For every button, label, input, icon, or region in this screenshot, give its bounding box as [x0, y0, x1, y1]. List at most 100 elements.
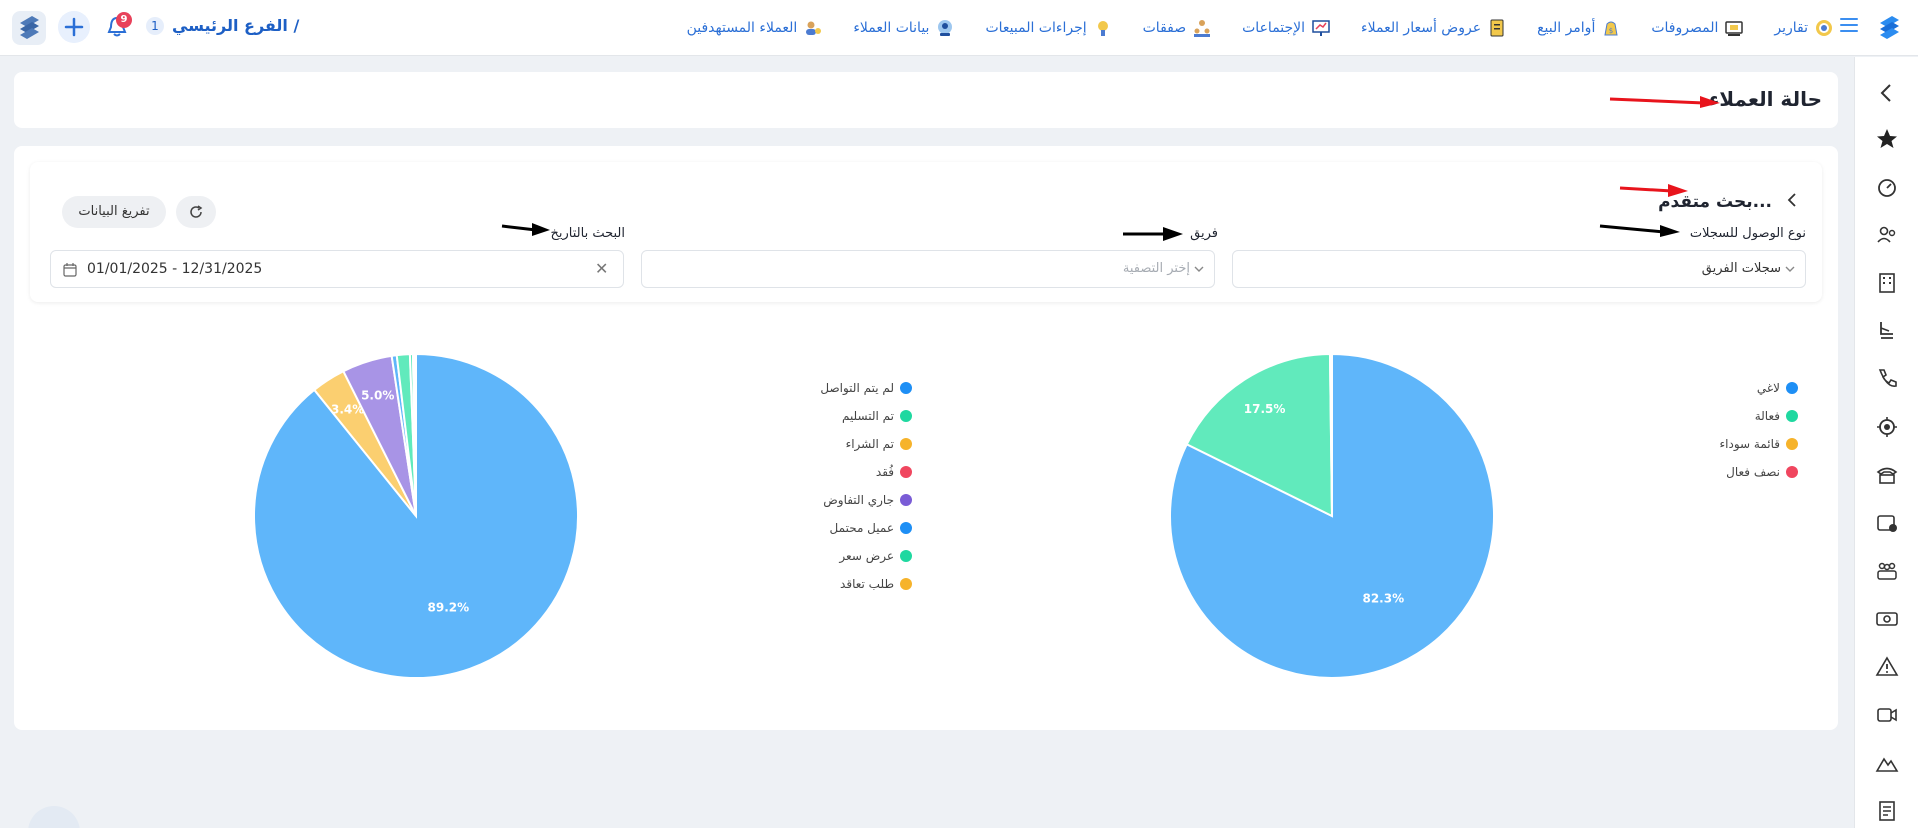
sales-stage-pie: 89.2%3.4%5.0% — [253, 352, 579, 679]
legend-dot — [900, 410, 912, 422]
right-sidebar — [1854, 57, 1918, 828]
notification-badge: 9 — [116, 12, 132, 28]
legend-dot — [900, 578, 912, 590]
warning-icon[interactable] — [1875, 655, 1899, 679]
video-icon[interactable] — [1875, 703, 1899, 727]
deals-icon — [1194, 20, 1211, 37]
telephone-icon[interactable] — [1875, 463, 1899, 487]
team-icon[interactable] — [1875, 559, 1899, 583]
legend-label: نصف فعال — [1726, 465, 1780, 479]
date-range-input[interactable]: 01/01/2025 - 12/31/2025 ✕ — [50, 250, 624, 288]
clear-date-icon[interactable]: ✕ — [595, 261, 611, 277]
nav-target-customers[interactable]: العملاء المستهدفين — [687, 18, 824, 38]
legend-item[interactable]: لاغي — [1720, 374, 1798, 402]
branch-label: الفرع الرئيسي / — [172, 16, 300, 35]
svg-text:$: $ — [1609, 27, 1613, 35]
legend-item[interactable]: طلب تعاقد — [820, 570, 912, 598]
legend-item[interactable]: تم الشراء — [820, 430, 912, 458]
nav-sales-actions[interactable]: إجراءات المبيعات — [985, 18, 1112, 38]
legend-label: فُقد — [875, 465, 894, 479]
legend-label: تم الشراء — [845, 437, 894, 451]
phone-icon[interactable] — [1875, 367, 1899, 391]
legend-dot — [900, 466, 912, 478]
legend-label: عميل محتمل — [829, 521, 894, 535]
legend-item[interactable]: عرض سعر — [820, 542, 912, 570]
legend-item[interactable]: جاري التفاوض — [820, 486, 912, 514]
date-search-label: البحث بالتاريخ — [550, 226, 626, 241]
legend-label: طلب تعاقد — [840, 577, 894, 591]
collapse-chevron-icon[interactable] — [1875, 81, 1899, 105]
nav-reports[interactable]: تقارير — [1774, 18, 1834, 38]
nav-deals[interactable]: صفقات — [1143, 18, 1213, 38]
branch-selector[interactable]: 1 الفرع الرئيسي / — [146, 16, 299, 35]
annotation-arrow-black-team — [1123, 227, 1183, 241]
date-range-value: 01/01/2025 - 12/31/2025 — [87, 261, 263, 277]
legend-label: جاري التفاوض — [823, 493, 894, 507]
legend-label: قائمة سوداء — [1719, 437, 1781, 451]
tools-icon[interactable] — [1875, 319, 1899, 343]
chevron-down-icon — [1194, 266, 1204, 272]
team-placeholder: إختر التصفية — [1122, 261, 1190, 276]
nav-sales-orders[interactable]: $ أوامر البيع — [1537, 18, 1621, 38]
advanced-search-panel: بحث متقدم... نوع الوصول للسجلات سجلات ال… — [30, 162, 1822, 302]
nav-meetings[interactable]: الإجتماعات — [1242, 18, 1331, 38]
legend-item[interactable]: فُقد — [820, 458, 912, 486]
page-title-card: حالة العملاء — [14, 72, 1838, 128]
annotation-arrow-black-date — [501, 223, 550, 236]
top-bar: العملاء المستهدفين بيانات العملاء إجراءا… — [0, 0, 1918, 56]
nav-quotes[interactable]: عروض أسعار العملاء — [1361, 18, 1507, 38]
legend-dot — [900, 550, 912, 562]
refresh-icon — [190, 205, 203, 218]
wallet-icon[interactable] — [1875, 511, 1899, 535]
users-icon[interactable] — [1875, 223, 1899, 247]
pie-slice-label: 17.5% — [1244, 402, 1286, 416]
sales-orders-icon: $ — [1604, 21, 1618, 36]
calendar-icon — [63, 263, 77, 277]
page-title: حالة العملاء — [1709, 87, 1822, 111]
legend-item[interactable]: لم يتم التواصل — [820, 374, 912, 402]
sales-stage-legend: لم يتم التواصل تم التسليم تم الشراء فُقد جار… — [820, 374, 912, 598]
dashboard-gauge-icon[interactable] — [1875, 175, 1899, 199]
add-new-button[interactable] — [58, 11, 90, 43]
legend-dot — [900, 522, 912, 534]
app-logo-small-icon[interactable] — [12, 11, 46, 45]
chevron-left-icon[interactable] — [1784, 191, 1800, 209]
legend-label: لم يتم التواصل — [820, 381, 894, 395]
legend-item[interactable]: نصف فعال — [1720, 458, 1798, 486]
legend-dot — [900, 494, 912, 506]
legend-dot — [1786, 410, 1798, 422]
nav-expenses[interactable]: المصروفات — [1651, 18, 1744, 38]
loading-spinner-icon — [28, 806, 80, 828]
export-data-button[interactable]: تفريغ البيانات — [62, 196, 166, 228]
main-nav: العملاء المستهدفين بيانات العملاء إجراءا… — [687, 0, 1834, 56]
legend-label: عرض سعر — [839, 549, 894, 563]
legend-item[interactable]: تم التسليم — [820, 402, 912, 430]
sales-actions-icon — [1097, 21, 1108, 36]
app-logo-icon[interactable] — [1872, 11, 1906, 45]
invoice-icon[interactable] — [1875, 799, 1899, 823]
legend-item[interactable]: عميل محتمل — [820, 514, 912, 542]
money-icon[interactable] — [1875, 607, 1899, 631]
refresh-button[interactable] — [176, 196, 216, 228]
star-icon[interactable] — [1875, 127, 1899, 151]
pie-slice[interactable] — [413, 352, 417, 517]
access-type-select[interactable]: سجلات الفريق — [1232, 250, 1806, 288]
meetings-icon — [1312, 20, 1330, 36]
nav-customer-data[interactable]: بيانات العملاء — [853, 18, 955, 38]
legend-dot — [900, 438, 912, 450]
pie-slice-label: 89.2% — [428, 601, 470, 615]
main-card: بحث متقدم... نوع الوصول للسجلات سجلات ال… — [14, 146, 1838, 730]
pie-slice[interactable] — [1329, 352, 1333, 517]
building-icon[interactable] — [1875, 271, 1899, 295]
access-type-label: نوع الوصول للسجلات — [1689, 226, 1806, 241]
expenses-icon — [1725, 21, 1744, 36]
legend-label: لاغي — [1756, 381, 1780, 395]
menu-toggle-icon[interactable] — [1840, 18, 1858, 32]
mountain-icon[interactable] — [1875, 751, 1899, 775]
pie-slice-label: 5.0% — [361, 389, 394, 403]
team-select[interactable]: إختر التصفية — [641, 250, 1215, 288]
legend-item[interactable]: قائمة سوداء — [1719, 430, 1798, 458]
annotation-arrow-red — [1609, 96, 1720, 108]
target-icon[interactable] — [1875, 415, 1899, 439]
legend-item[interactable]: فعالة — [1720, 402, 1798, 430]
